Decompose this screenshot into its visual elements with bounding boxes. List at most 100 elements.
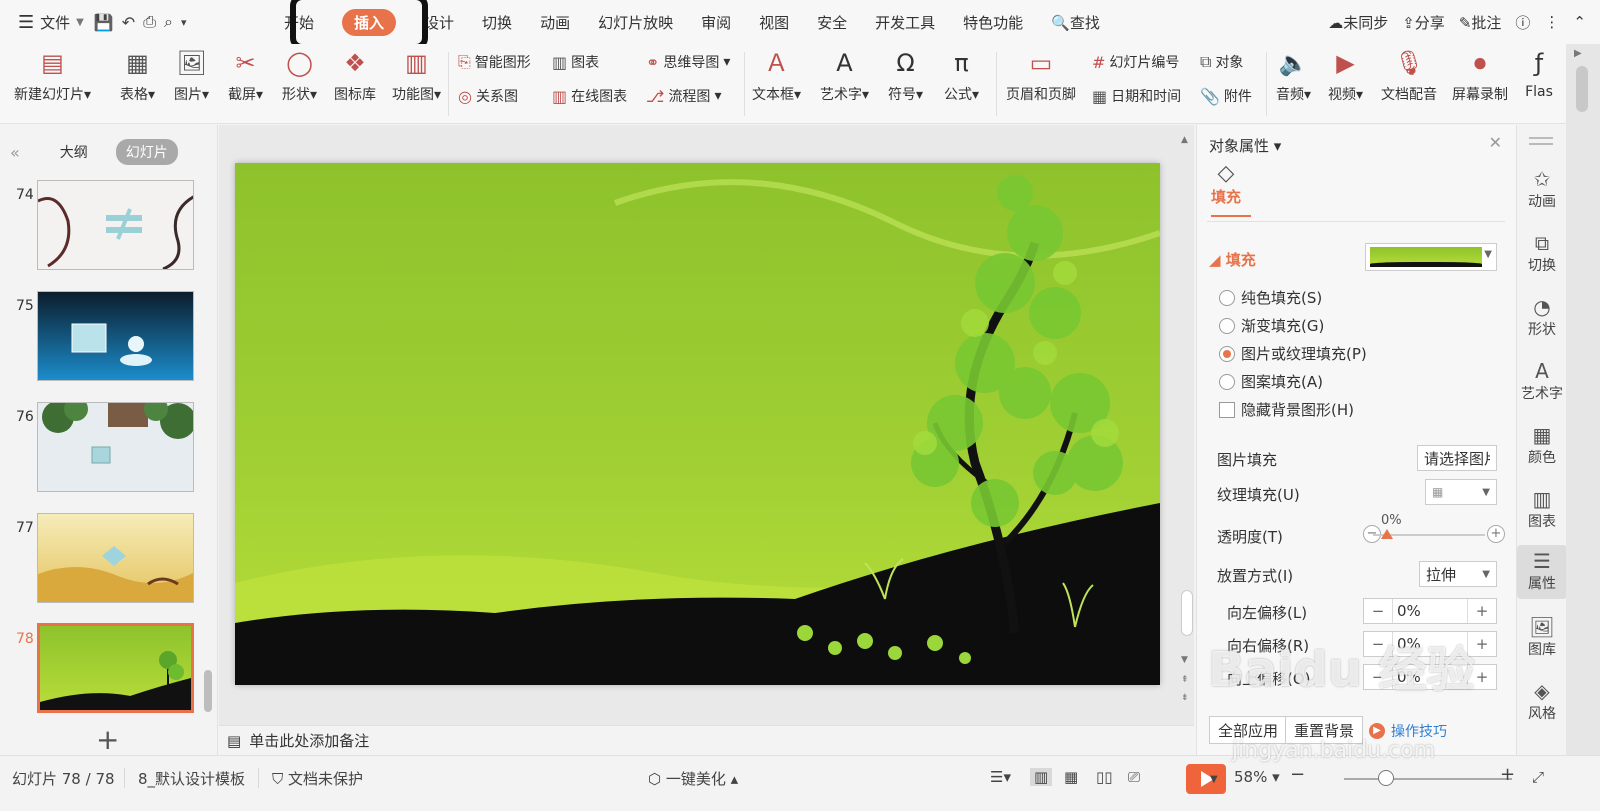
- sidebar-item-style[interactable]: ◈ 风格: [1517, 679, 1567, 723]
- normal-view-icon[interactable]: ▥: [1030, 768, 1053, 786]
- sidebar-item-animation[interactable]: ✩ 动画: [1517, 167, 1567, 211]
- zoom-out-button[interactable]: −: [1290, 764, 1305, 785]
- tab-fill[interactable]: ◇ 填充: [1211, 161, 1241, 207]
- online-chart-button[interactable]: ▥ 在线图表: [552, 86, 627, 106]
- notes-toggle-icon[interactable]: ☰▾: [990, 768, 1011, 786]
- slide-number-button[interactable]: # 幻灯片编号: [1092, 52, 1179, 72]
- doc-dub-button[interactable]: 🎙 文档配音: [1381, 44, 1437, 104]
- zoom-slider[interactable]: [1344, 778, 1512, 780]
- fill-preview-dropdown[interactable]: ▼: [1365, 243, 1497, 271]
- texture-fill-dropdown[interactable]: ▦ ▼: [1425, 479, 1497, 505]
- next-slide-icon[interactable]: ⇟: [1181, 693, 1189, 703]
- presenter-view-icon[interactable]: ⎚: [1128, 768, 1140, 786]
- function-chart-button[interactable]: ▥ 功能图▾: [392, 44, 441, 104]
- tab-developer[interactable]: 开发工具: [875, 12, 935, 33]
- scroll-thumb[interactable]: [1576, 66, 1588, 112]
- tab-outline[interactable]: 大纲: [50, 139, 98, 165]
- offset-left-value[interactable]: 0%: [1392, 599, 1468, 623]
- placement-dropdown[interactable]: 拉伸 ▼: [1419, 561, 1497, 587]
- table-button[interactable]: ▦ 表格▾: [120, 44, 155, 104]
- radio-solid-fill[interactable]: 纯色填充(S): [1219, 287, 1322, 308]
- chart-button[interactable]: ▥ 图表: [552, 52, 599, 72]
- canvas-scroll-thumb[interactable]: [1181, 590, 1193, 636]
- slideshow-options-icon[interactable]: ▼: [1210, 774, 1218, 785]
- tab-security[interactable]: 安全: [817, 12, 847, 33]
- hide-background-checkbox[interactable]: 隐藏背景图形(H): [1219, 399, 1354, 420]
- collapse-panel-icon[interactable]: «: [10, 143, 20, 162]
- sidebar-item-color[interactable]: ▦ 颜色: [1517, 423, 1567, 467]
- picture-button[interactable]: 🖼 图片▾: [174, 44, 209, 104]
- choose-picture-button[interactable]: 请选择图片: [1417, 445, 1497, 471]
- print-icon[interactable]: ⎙: [143, 12, 156, 32]
- flash-button[interactable]: ƒ Flas: [1524, 44, 1554, 100]
- sidebar-item-wordart[interactable]: A 艺术字: [1517, 359, 1567, 403]
- save-icon[interactable]: 💾: [94, 13, 114, 32]
- template-name[interactable]: 8_默认设计模板: [138, 768, 245, 789]
- scroll-down-icon[interactable]: ▼: [1181, 655, 1188, 665]
- sync-status-button[interactable]: ☁未同步: [1328, 12, 1388, 33]
- previous-slide-icon[interactable]: ⇞: [1181, 675, 1189, 685]
- help-icon[interactable]: ⓘ: [1515, 12, 1530, 33]
- zoom-slider-knob[interactable]: [1378, 770, 1394, 786]
- tab-slides[interactable]: 幻灯片: [115, 139, 178, 165]
- sidebar-item-gallery[interactable]: 🖼 图库: [1517, 615, 1567, 659]
- undo-icon[interactable]: ↶: [122, 13, 135, 32]
- video-button[interactable]: ▶ 视频▾: [1328, 44, 1363, 104]
- add-slide-button[interactable]: +: [96, 723, 119, 756]
- radio-picture-fill[interactable]: 图片或纹理填充(P): [1219, 343, 1367, 364]
- file-menu[interactable]: ☰ 文件 ▼: [18, 12, 84, 33]
- play-slideshow-button[interactable]: [1186, 764, 1226, 794]
- tab-features[interactable]: 特色功能: [963, 12, 1023, 33]
- plus-icon[interactable]: +: [1468, 602, 1496, 620]
- relation-button[interactable]: ◎ 关系图: [458, 86, 518, 106]
- panel-title[interactable]: 对象属性 ▾: [1209, 135, 1281, 156]
- slide-sorter-icon[interactable]: ▦: [1064, 768, 1078, 786]
- scroll-up-icon[interactable]: ▲: [1181, 135, 1188, 145]
- sidebar-grip-icon[interactable]: [1529, 137, 1553, 145]
- attachment-button[interactable]: 📎 附件: [1200, 86, 1252, 106]
- tab-slideshow[interactable]: 幻灯片放映: [598, 12, 673, 33]
- thumbnail-scrollbar[interactable]: [204, 670, 212, 712]
- radio-pattern-fill[interactable]: 图案填充(A): [1219, 371, 1323, 392]
- current-slide[interactable]: [235, 163, 1160, 685]
- symbol-button[interactable]: Ω 符号▾: [888, 44, 923, 104]
- zoom-level[interactable]: 58% ▾: [1234, 768, 1280, 786]
- radio-gradient-fill[interactable]: 渐变填充(G): [1219, 315, 1324, 336]
- tab-design[interactable]: 设计: [424, 12, 454, 33]
- screenshot-button[interactable]: ✂ 截屏▾: [228, 44, 263, 104]
- slide-thumbnail-77[interactable]: [37, 513, 194, 603]
- object-button[interactable]: ⧉ 对象: [1200, 52, 1243, 72]
- minus-icon[interactable]: −: [1364, 602, 1392, 620]
- transparency-slider-knob[interactable]: [1381, 529, 1393, 539]
- slide-thumbnail-78[interactable]: [37, 623, 194, 713]
- scroll-right-icon[interactable]: ▶: [1574, 48, 1582, 59]
- sidebar-item-transition[interactable]: ⧉ 切换: [1517, 231, 1567, 275]
- screen-record-button[interactable]: ⏺ 屏幕录制: [1452, 44, 1508, 104]
- new-slide-button[interactable]: ▤ 新建幻灯片▾: [14, 44, 91, 104]
- print-preview-icon[interactable]: ⌕: [164, 12, 173, 32]
- reading-view-icon[interactable]: ▯▯: [1096, 768, 1113, 786]
- flowchart-button[interactable]: ⎇ 流程图 ▾: [646, 86, 721, 106]
- more-quick-icon[interactable]: ▾: [181, 16, 187, 29]
- slide-thumbnail-74[interactable]: [37, 180, 194, 270]
- header-footer-button[interactable]: ▭ 页眉和页脚: [1006, 44, 1076, 104]
- audio-button[interactable]: 🔈 音频▾: [1276, 44, 1311, 104]
- slide-thumbnail-75[interactable]: [37, 291, 194, 381]
- more-options-icon[interactable]: ⋮: [1544, 13, 1559, 31]
- tab-view[interactable]: 视图: [759, 12, 789, 33]
- shape-button[interactable]: ◯ 形状▾: [282, 44, 317, 104]
- wordart-button[interactable]: A 艺术字▾: [820, 44, 869, 104]
- smart-art-button[interactable]: ⎘ 智能图形: [458, 52, 531, 72]
- fit-window-icon[interactable]: ⤢: [1532, 768, 1544, 786]
- mind-map-button[interactable]: ⚭ 思维导图 ▾: [646, 52, 730, 72]
- share-button[interactable]: ⇪分享: [1402, 12, 1445, 33]
- formula-button[interactable]: π 公式▾: [944, 44, 979, 104]
- transparency-increase-button[interactable]: +: [1487, 525, 1505, 543]
- icon-library-button[interactable]: ❖ 图标库: [334, 44, 376, 104]
- one-click-beautify-button[interactable]: ⬡ 一键美化 ▴: [648, 768, 738, 789]
- fill-section-header[interactable]: ◢ 填充: [1209, 249, 1256, 270]
- document-protection-button[interactable]: ⛉ 文档未保护: [272, 768, 363, 789]
- sidebar-item-properties[interactable]: ☰ 属性: [1517, 545, 1567, 599]
- comment-button[interactable]: ✎批注: [1459, 12, 1502, 33]
- tab-transition[interactable]: 切换: [482, 12, 512, 33]
